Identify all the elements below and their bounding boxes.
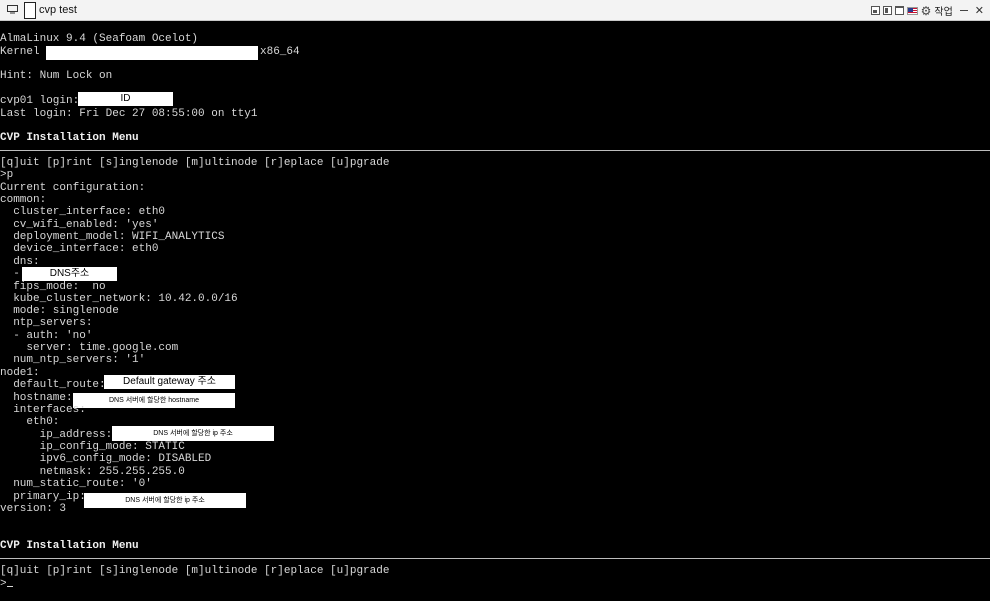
primary-ip-redaction: DNS 서버에 할당한 ip 주소 [84, 493, 246, 508]
numlock-hint: Hint: Num Lock on [0, 70, 113, 82]
dns-address-redaction: DNS주소 [22, 267, 117, 281]
tab-indicator[interactable] [24, 2, 36, 19]
ip-address-redaction: DNS 서버에 할당한 ip 주소 [112, 426, 274, 441]
hostname-redaction: DNS 서버에 할당한 hostname [73, 393, 235, 408]
kernel-arch: x86_64 [260, 46, 300, 58]
minimize-icon[interactable] [959, 10, 968, 11]
window-title: cvp test [39, 4, 77, 16]
login-prompt: cvp01 login: [0, 95, 80, 107]
kernel-version-redaction [46, 46, 258, 60]
config-cluster-interface: cluster_interface: eth0 [0, 206, 166, 218]
titlebar-controls: ⚙ 작업 ✕ [870, 3, 984, 18]
window-titlebar: cvp test ⚙ 작업 ✕ [0, 0, 990, 21]
default-gateway-redaction: Default gateway 주소 [104, 375, 235, 389]
menu-options-bottom: [q]uit [p]rint [s]inglenode [m]ultinode … [0, 565, 390, 577]
config-num-ntp-servers: num_ntp_servers: '1' [0, 354, 146, 366]
menu-title: CVP Installation Menu [0, 132, 139, 144]
work-menu-label[interactable]: 작업 [934, 3, 952, 18]
login-id-redaction: ID [78, 92, 173, 106]
menu-divider [0, 150, 990, 151]
config-device-interface: device_interface: eth0 [0, 243, 159, 255]
last-login-line: Last login: Fri Dec 27 08:55:00 on tty1 [0, 108, 258, 120]
us-flag-icon[interactable] [906, 6, 918, 15]
monitor-icon [7, 5, 18, 14]
config-num-static-route: num_static_route: '0' [0, 478, 152, 490]
config-version: version: 3 [0, 503, 67, 515]
config-default-route: default_route: [0, 379, 106, 391]
config-dns-item: - [0, 268, 20, 280]
menu-options: [q]uit [p]rint [s]inglenode [m]ultinode … [0, 157, 390, 169]
layout-icon[interactable] [870, 6, 880, 15]
command-input-line: >p [0, 169, 14, 181]
text-cursor [6, 586, 13, 587]
fullscreen-icon[interactable] [894, 6, 904, 15]
menu-divider-bottom [0, 558, 990, 559]
config-ipv6-config-mode: ipv6_config_mode: DISABLED [0, 453, 212, 465]
terminal-console[interactable]: AlmaLinux 9.4 (Seafoam Ocelot) Kernel x8… [0, 21, 990, 601]
menu-title-bottom: CVP Installation Menu [0, 540, 139, 552]
close-icon[interactable]: ✕ [975, 4, 984, 17]
split-view-icon[interactable] [882, 6, 892, 15]
command-prompt[interactable]: > [0, 578, 13, 591]
prompt-symbol: > [0, 578, 7, 590]
os-version-line: AlmaLinux 9.4 (Seafoam Ocelot) [0, 33, 199, 45]
kernel-label: Kernel [0, 46, 40, 58]
config-ntp-servers: ntp_servers: [0, 317, 93, 329]
config-eth0: eth0: [0, 416, 60, 428]
gear-icon[interactable]: ⚙ [921, 5, 932, 17]
